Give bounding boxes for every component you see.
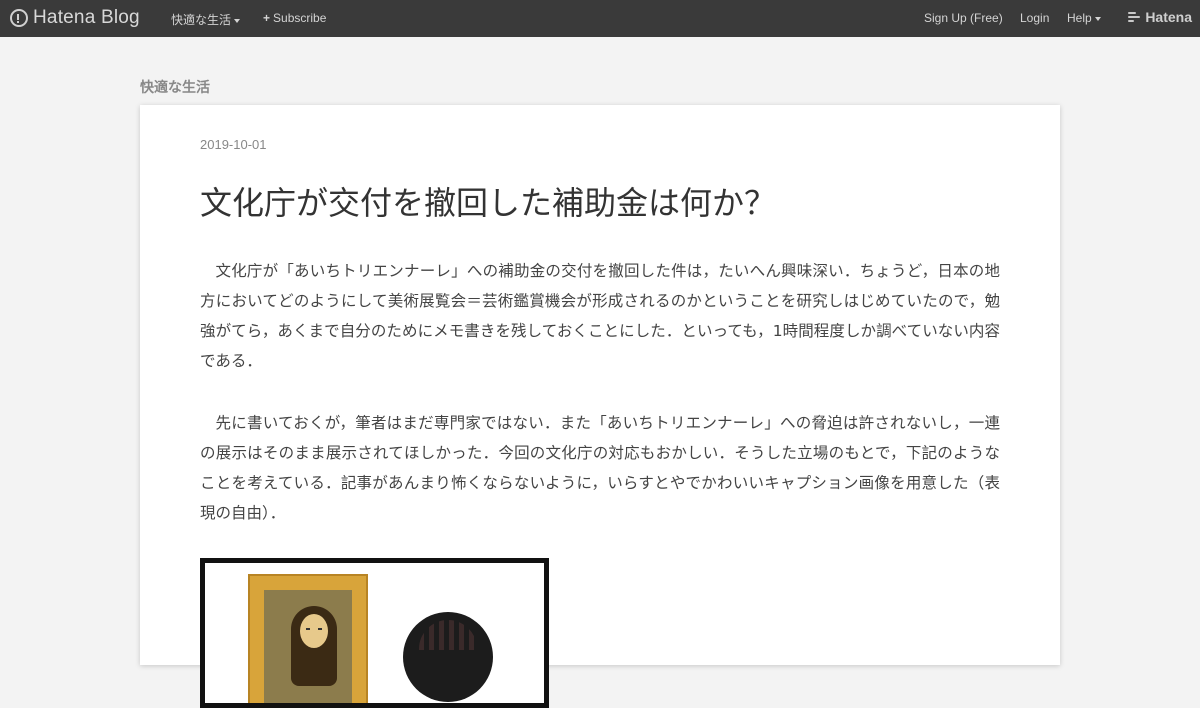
blog-menu-dropdown[interactable]: 快適な生活 — [171, 11, 241, 28]
hatena-wave-icon — [1128, 11, 1142, 23]
plus-icon: + — [263, 11, 271, 25]
person-head-icon — [403, 612, 493, 702]
brand-name: Hatena Blog — [33, 7, 140, 28]
blog-menu-label: 快適な生活 — [171, 13, 232, 27]
help-dropdown[interactable]: Help — [1067, 11, 1101, 25]
subscribe-label: Subscribe — [273, 11, 327, 25]
caret-down-icon — [1094, 16, 1101, 21]
caret-down-icon — [234, 18, 241, 23]
signup-link[interactable]: Sign Up (Free) — [924, 11, 1003, 25]
caption-illustration-image[interactable] — [200, 558, 549, 708]
entry-paragraph: 先に書いておくが，筆者はまだ専門家ではない．また「あいちトリエンナーレ」への脅迫… — [200, 414, 1000, 522]
painting-frame-icon — [248, 574, 368, 703]
hatena-exclamation-logo-icon — [10, 9, 28, 27]
entry-title[interactable]: 文化庁が交付を撤回した補助金は何か？ — [200, 183, 776, 223]
hatena-logo-text: Hatena — [1145, 9, 1192, 25]
help-label: Help — [1067, 11, 1092, 25]
entry-body: 文化庁が「あいちトリエンナーレ」への補助金の交付を撤回した件は，たいへん興味深い… — [200, 256, 1000, 560]
entry-date[interactable]: 2019-10-01 — [200, 137, 267, 152]
top-navigation-bar: Hatena Blog 快適な生活 + Subscribe Sign Up (Fr… — [0, 0, 1200, 37]
subscribe-button[interactable]: + Subscribe — [263, 11, 326, 25]
hatena-blog-brand[interactable]: Hatena Blog — [10, 7, 140, 29]
entry-card: 2019-10-01 文化庁が交付を撤回した補助金は何か？ 文化庁が「あいちトリ… — [140, 105, 1060, 708]
login-link[interactable]: Login — [1020, 11, 1049, 25]
blog-title-link[interactable]: 快適な生活 — [140, 77, 210, 97]
hatena-logo-link[interactable]: Hatena — [1128, 9, 1192, 25]
entry-paragraph: 文化庁が「あいちトリエンナーレ」への補助金の交付を撤回した件は，たいへん興味深い… — [200, 262, 1000, 370]
